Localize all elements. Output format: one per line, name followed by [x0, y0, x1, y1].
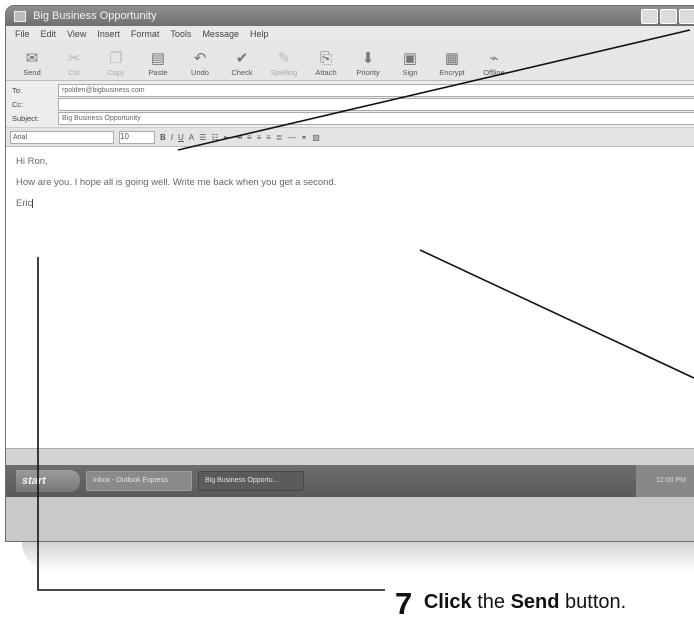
callout-lines: [37, 29, 694, 591]
step-caption: 7 Click the Send button.: [395, 580, 627, 621]
caption-send: Send: [510, 591, 560, 613]
subject-callout-line: [177, 29, 691, 151]
caption-the: the: [477, 591, 505, 613]
step-number: 7: [395, 586, 413, 621]
body-callout-line: [419, 249, 694, 379]
caption-click: Click: [423, 591, 472, 613]
send-callout-line: [37, 257, 385, 591]
caption-button: button.: [565, 591, 627, 613]
